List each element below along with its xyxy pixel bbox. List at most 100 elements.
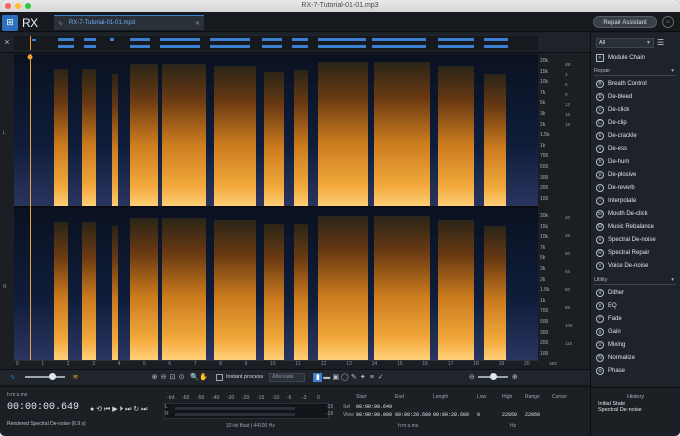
close-tab-icon[interactable]: ✕ [195,20,200,27]
magic-wand-icon[interactable]: ✦ [358,373,367,382]
module-item-spectral-repair[interactable]: R Spectral Repair [596,247,676,259]
de-clip-icon: C [596,119,604,127]
grid-icon: ⊞ [2,14,18,31]
module-item-de-crackle[interactable]: k De-crackle [596,130,676,142]
db-tick-label: 115 [565,341,573,346]
repair-assistant-button[interactable]: Repair Assistant [593,16,657,28]
zoom-window-button[interactable] [25,3,31,9]
module-item-de-clip[interactable]: C De-clip [596,117,676,129]
lasso-icon[interactable]: ◯ [340,373,349,382]
chevron-down-icon: ▾ [647,40,651,46]
zoom-out-vertical-icon[interactable]: ⊖ [467,373,476,382]
collapse-utility-icon[interactable]: ▾ [671,275,674,285]
play-selection-icon[interactable]: ⏵ [120,406,124,413]
db-tick-label: 3 [565,72,568,77]
instant-process-mode[interactable]: Attenuate [269,372,306,382]
meter-right-label: R [165,411,169,417]
play-icon[interactable]: ▶ [112,406,117,413]
spectrogram-view-icon[interactable]: ≋ [71,373,80,382]
zoom-out-icon[interactable]: ⊖ [159,373,168,382]
zoom-in-vertical-icon[interactable]: ⊕ [510,373,519,382]
collapse-repair-icon[interactable]: ▾ [671,66,674,76]
meter-tick-label: -15 [257,395,265,401]
module-item-de-bleed[interactable]: b De-bleed [596,91,676,103]
module-label: Gain [608,329,621,335]
module-label: Spectral Repair [608,250,650,256]
module-item-phase[interactable]: φ Phase [596,365,676,377]
range-value[interactable]: 22050 [525,412,540,418]
end-icon[interactable]: ⏭ [141,406,147,413]
rewind-icon[interactable]: ⏮ [104,406,110,413]
db-tick-label: 50 [565,251,571,256]
view-end[interactable]: 00:00:20.689 [395,412,431,418]
module-item-normalize[interactable]: N Normalize [596,352,676,364]
module-filter-select[interactable]: All [596,38,654,48]
loop-icon[interactable]: ⟲ [96,406,102,413]
freq-select-icon[interactable]: ▬ [322,373,331,382]
db-tick-label: dB [565,62,571,67]
zoom-tool-icon[interactable]: 🔍 [190,373,199,382]
waveform-view-icon[interactable]: ∿ [8,373,17,382]
utility-section-header[interactable]: Utility ▾ [594,275,676,285]
vertical-zoom-slider[interactable] [478,373,509,380]
time-format-label: h:m:s.ms [7,392,28,398]
meter-tick-label: -6 [287,395,292,401]
file-tab[interactable]: ∿ RX-7-Tutorial-01-01.mp3 ✕ [54,15,204,30]
meter-tick-label: -40 [212,395,220,401]
sel-start[interactable]: 00:00:00.649 [356,404,392,410]
check-icon[interactable]: ✓ [376,373,385,382]
level-meter [164,403,329,419]
module-label: De-plosive [608,172,637,178]
blend-slider[interactable] [25,373,65,380]
history-item[interactable]: Spectral De-noise [598,407,680,413]
repair-section-header[interactable]: Repair ▾ [594,66,676,76]
module-item-music-rebalance[interactable]: M Music Rebalance [596,221,676,233]
module-item-interpolate[interactable]: i Interpolate [596,195,676,207]
forward-icon[interactable]: ⏭ [125,406,131,413]
rx-logo[interactable]: ⊞ RX [2,14,48,31]
module-item-mouth-de-click[interactable]: m Mouth De-click [596,208,676,220]
module-item-spectral-de-noise[interactable]: n Spectral De-noise [596,234,676,246]
low-value[interactable]: 0 [477,412,480,418]
time-select-icon[interactable]: ▮ [313,372,323,382]
module-item-voice-de-noise[interactable]: v Voice De-noise [596,260,676,272]
mouth-de-click-icon: m [596,210,604,218]
module-item-fade[interactable]: f Fade [596,313,676,325]
waveform-icon: ∿ [58,20,64,27]
app-window: RX-7-Tutorial-01-01.mp3 ⊞ RX ∿ RX-7-Tuto… [0,0,680,436]
status-message: Rendered Spectral De-noise (6.9 s) [7,421,86,427]
spectrogram-view[interactable] [14,54,538,360]
module-item-dither[interactable]: d Dither [596,287,676,299]
high-value[interactable]: 22050 [502,412,517,418]
hand-tool-icon[interactable]: ✋ [199,373,208,382]
module-item-de-plosive[interactable]: p De-plosive [596,169,676,181]
record-icon[interactable]: ● [90,406,94,413]
repeat-icon[interactable]: ↻ [133,406,139,413]
view-length[interactable]: 00:00:20.689 [433,412,469,418]
de-ess-icon: s [596,145,604,153]
waveform-overview[interactable]: ⨯ [0,33,590,53]
module-item-eq[interactable]: e EQ [596,300,676,312]
view-start[interactable]: 00:00:00.000 [356,412,392,418]
module-item-mixing[interactable]: x Mixing [596,339,676,351]
close-window-button[interactable] [5,3,11,9]
zoom-fit-icon[interactable]: ⊙ [177,373,186,382]
overview-svg [14,36,538,50]
module-label: Breath Control [608,81,647,87]
minimize-window-button[interactable] [15,3,21,9]
time-freq-select-icon[interactable]: ▣ [331,373,340,382]
harmonic-select-icon[interactable]: ≡ [367,373,376,382]
module-label: Mixing [608,342,626,348]
zoom-in-icon[interactable]: ⊕ [150,373,159,382]
module-item-de-ess[interactable]: s De-ess [596,143,676,155]
instant-process-checkbox[interactable] [216,373,223,381]
module-item-gain[interactable]: g Gain [596,326,676,338]
module-chain-item[interactable]: ≡ Module Chain [596,52,676,64]
zoom-selection-icon[interactable]: ⊡ [168,373,177,382]
module-item-de-reverb[interactable]: r De-reverb [596,182,676,194]
module-item-de-click[interactable]: c De-click [596,104,676,116]
brush-icon[interactable]: ✎ [349,373,358,382]
list-view-icon[interactable]: ☰ [657,38,664,47]
module-item-breath-control[interactable]: B Breath Control [596,78,676,90]
module-item-de-hum[interactable]: h De-hum [596,156,676,168]
